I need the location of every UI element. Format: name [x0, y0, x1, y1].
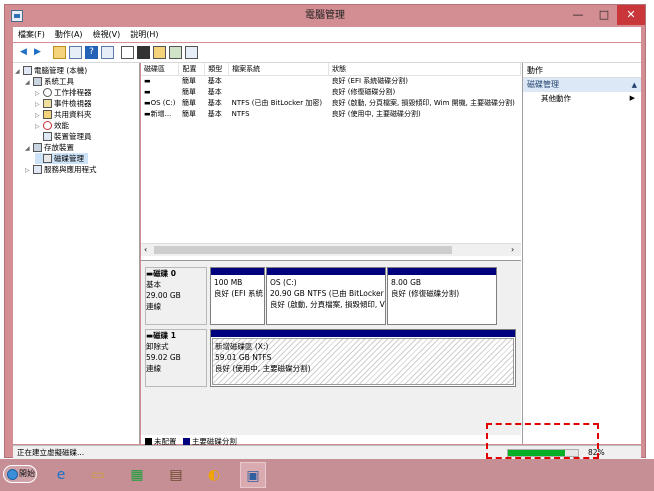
menu-file[interactable]: 檔案(F)	[13, 27, 50, 42]
help-icon[interactable]: ?	[85, 46, 98, 59]
start-button[interactable]: 開始	[3, 465, 37, 483]
store-icon[interactable]: ▦	[124, 462, 150, 488]
menu-action[interactable]: 動作(A)	[50, 27, 88, 42]
disk-icon	[43, 154, 52, 163]
partition-efi[interactable]: 100 MB 良好 (EFI 系統	[210, 267, 265, 325]
volume-icon: ▬	[144, 110, 151, 118]
unallocated-swatch	[145, 438, 152, 445]
col-layout[interactable]: 配置	[178, 63, 206, 76]
event-icon	[43, 99, 52, 108]
partition-recovery[interactable]: 8.00 GB 良好 (修復磁碟分割)	[387, 267, 497, 325]
table-row[interactable]: ▬OS (C:) 簡單 基本 NTFS (已由 BitLocker 加密) 良好…	[141, 98, 521, 109]
menu-help[interactable]: 說明(H)	[125, 27, 163, 42]
col-type[interactable]: 類型	[204, 63, 230, 76]
partition-os-c[interactable]: OS (C:) 20.90 GB NTFS (已由 BitLocker 加 良好…	[266, 267, 386, 325]
volume-icon: ▬	[144, 88, 151, 96]
toolbar: ◀ ▶ ?	[13, 43, 641, 63]
tree-item-computer-management[interactable]: ◢ 電腦管理 (本機)	[15, 65, 87, 76]
main-window: 電腦管理 — □ ✕ 檔案(F) 動作(A) 檢視(V) 說明(H) ◀ ▶ ? ◢ 電…	[4, 4, 646, 459]
tree-item-disk-management[interactable]: 磁碟管理	[35, 153, 88, 164]
settings-icon[interactable]	[185, 46, 198, 59]
collapse-icon[interactable]: ◢	[25, 77, 33, 88]
details-icon[interactable]	[101, 46, 114, 59]
table-row[interactable]: ▬ 簡單 基本 良好 (修復磁碟分割)	[141, 87, 521, 98]
forward-icon[interactable]: ▶	[31, 46, 44, 59]
col-volume[interactable]: 磁碟區	[141, 63, 180, 76]
actions-header: 動作	[523, 63, 641, 78]
new-icon[interactable]	[121, 46, 134, 59]
ie-icon[interactable]: e	[48, 462, 74, 488]
clock-icon	[43, 88, 52, 97]
tree-item-system-tools[interactable]: ◢ 系統工具	[25, 76, 74, 87]
performance-icon	[43, 121, 52, 130]
status-text: 正在建立虛擬磁碟...	[17, 448, 85, 457]
collapse-icon[interactable]: ◢	[15, 66, 23, 77]
tree-item-performance[interactable]: ▷ 效能	[35, 120, 69, 131]
show-tree-icon[interactable]	[69, 46, 82, 59]
highlight-box	[486, 423, 599, 459]
actions-pane: 動作 磁碟管理 ▲ 其他動作 ▶	[522, 63, 641, 444]
content-pane: 磁碟區 配置 類型 檔案系統 狀態 ▬ 簡單 基本 良好 (EFI 系統磁碟分割…	[141, 63, 522, 446]
up-folder-icon[interactable]	[53, 46, 66, 59]
volume-table-header: 磁碟區 配置 類型 檔案系統 狀態	[141, 63, 521, 76]
disk-0-label[interactable]: ▬磁碟 0 基本 29.00 GB 連線	[145, 267, 207, 325]
window-title: 電腦管理	[305, 10, 345, 21]
chevron-right-icon: ▶	[629, 94, 635, 102]
collapse-icon[interactable]: ◢	[25, 143, 33, 154]
more-actions-item[interactable]: 其他動作 ▶	[523, 92, 641, 105]
minimize-button[interactable]: —	[565, 5, 591, 25]
col-filesystem[interactable]: 檔案系統	[228, 63, 330, 76]
scroll-right-icon[interactable]: ›	[511, 245, 514, 254]
tree-item-event-viewer[interactable]: ▷ 事件檢視器	[35, 98, 92, 109]
volume-icon: ▬	[144, 77, 151, 86]
primary-partition-swatch	[182, 438, 190, 445]
horizontal-scrollbar[interactable]: ‹ ›	[141, 243, 521, 256]
volume-table: 磁碟區 配置 類型 檔案系統 狀態 ▬ 簡單 基本 良好 (EFI 系統磁碟分割…	[141, 63, 521, 120]
volume-icon: ▬	[144, 99, 151, 107]
properties-icon[interactable]	[169, 46, 182, 59]
collapse-up-icon[interactable]: ▲	[632, 78, 637, 92]
tree-item-device-manager[interactable]: 裝置管理員	[35, 131, 92, 142]
pacman-icon[interactable]: ◐	[201, 462, 227, 488]
tree-item-task-scheduler[interactable]: ▷ 工作排程器	[35, 87, 92, 98]
tree-item-storage[interactable]: ◢ 存放裝置	[25, 142, 74, 153]
col-status[interactable]: 狀態	[328, 63, 521, 76]
folder-icon	[43, 110, 52, 119]
tree-item-shared-folders[interactable]: ▷ 共用資料夾	[35, 109, 92, 120]
title-bar[interactable]: 電腦管理 — □ ✕	[5, 5, 645, 27]
back-icon[interactable]: ◀	[17, 46, 30, 59]
services-icon	[33, 165, 42, 174]
expand-icon[interactable]: ▷	[25, 165, 33, 176]
volume-list: 磁碟區 配置 類型 檔案系統 狀態 ▬ 簡單 基本 良好 (EFI 系統磁碟分割…	[141, 63, 521, 257]
disk-1-label[interactable]: ▬磁碟 1 卸除式 59.02 GB 連線	[145, 329, 207, 387]
partition-new-volume-x[interactable]: 新增磁碟區 (X:) 59.01 GB NTFS 良好 (使用中, 主要磁碟分割…	[210, 329, 516, 387]
device-icon	[43, 132, 52, 141]
app-icon[interactable]	[11, 10, 23, 22]
explorer-icon[interactable]: ▭	[85, 462, 111, 488]
disk-map: ▬磁碟 0 基本 29.00 GB 連線 100 MB 良好 (EFI 系統 O…	[141, 260, 521, 435]
tools-icon	[33, 77, 42, 86]
menu-view[interactable]: 檢視(V)	[88, 27, 126, 42]
taskbar: 開始 e ▭ ▦ ▤ ◐ ▣	[0, 459, 654, 491]
table-row[interactable]: ▬ 簡單 基本 良好 (EFI 系統磁碟分割)	[141, 76, 521, 87]
computer-icon	[23, 66, 32, 75]
maximize-button[interactable]: □	[591, 5, 617, 25]
connect-icon[interactable]	[137, 46, 150, 59]
menu-bar: 檔案(F) 動作(A) 檢視(V) 說明(H)	[13, 27, 641, 42]
close-button[interactable]: ✕	[617, 5, 645, 25]
computer-management-icon[interactable]: ▤	[163, 462, 189, 488]
storage-icon	[33, 143, 42, 152]
disk-management-icon[interactable]: ▣	[240, 462, 266, 488]
scroll-left-icon[interactable]: ‹	[144, 245, 147, 254]
table-row[interactable]: ▬新增... 簡單 基本 NTFS 良好 (使用中, 主要磁碟分割)	[141, 109, 521, 120]
scrollbar-thumb[interactable]	[154, 246, 452, 254]
search-icon[interactable]	[153, 46, 166, 59]
actions-section-disk-management[interactable]: 磁碟管理 ▲	[523, 78, 641, 92]
navigation-tree: ◢ 電腦管理 (本機) ◢ 系統工具 ▷ 工作排程器 ▷ 事件檢視器 ▷ 共用資料夾 ▷ 效…	[13, 63, 140, 444]
tree-item-services-applications[interactable]: ▷ 服務與應用程式	[25, 164, 97, 175]
